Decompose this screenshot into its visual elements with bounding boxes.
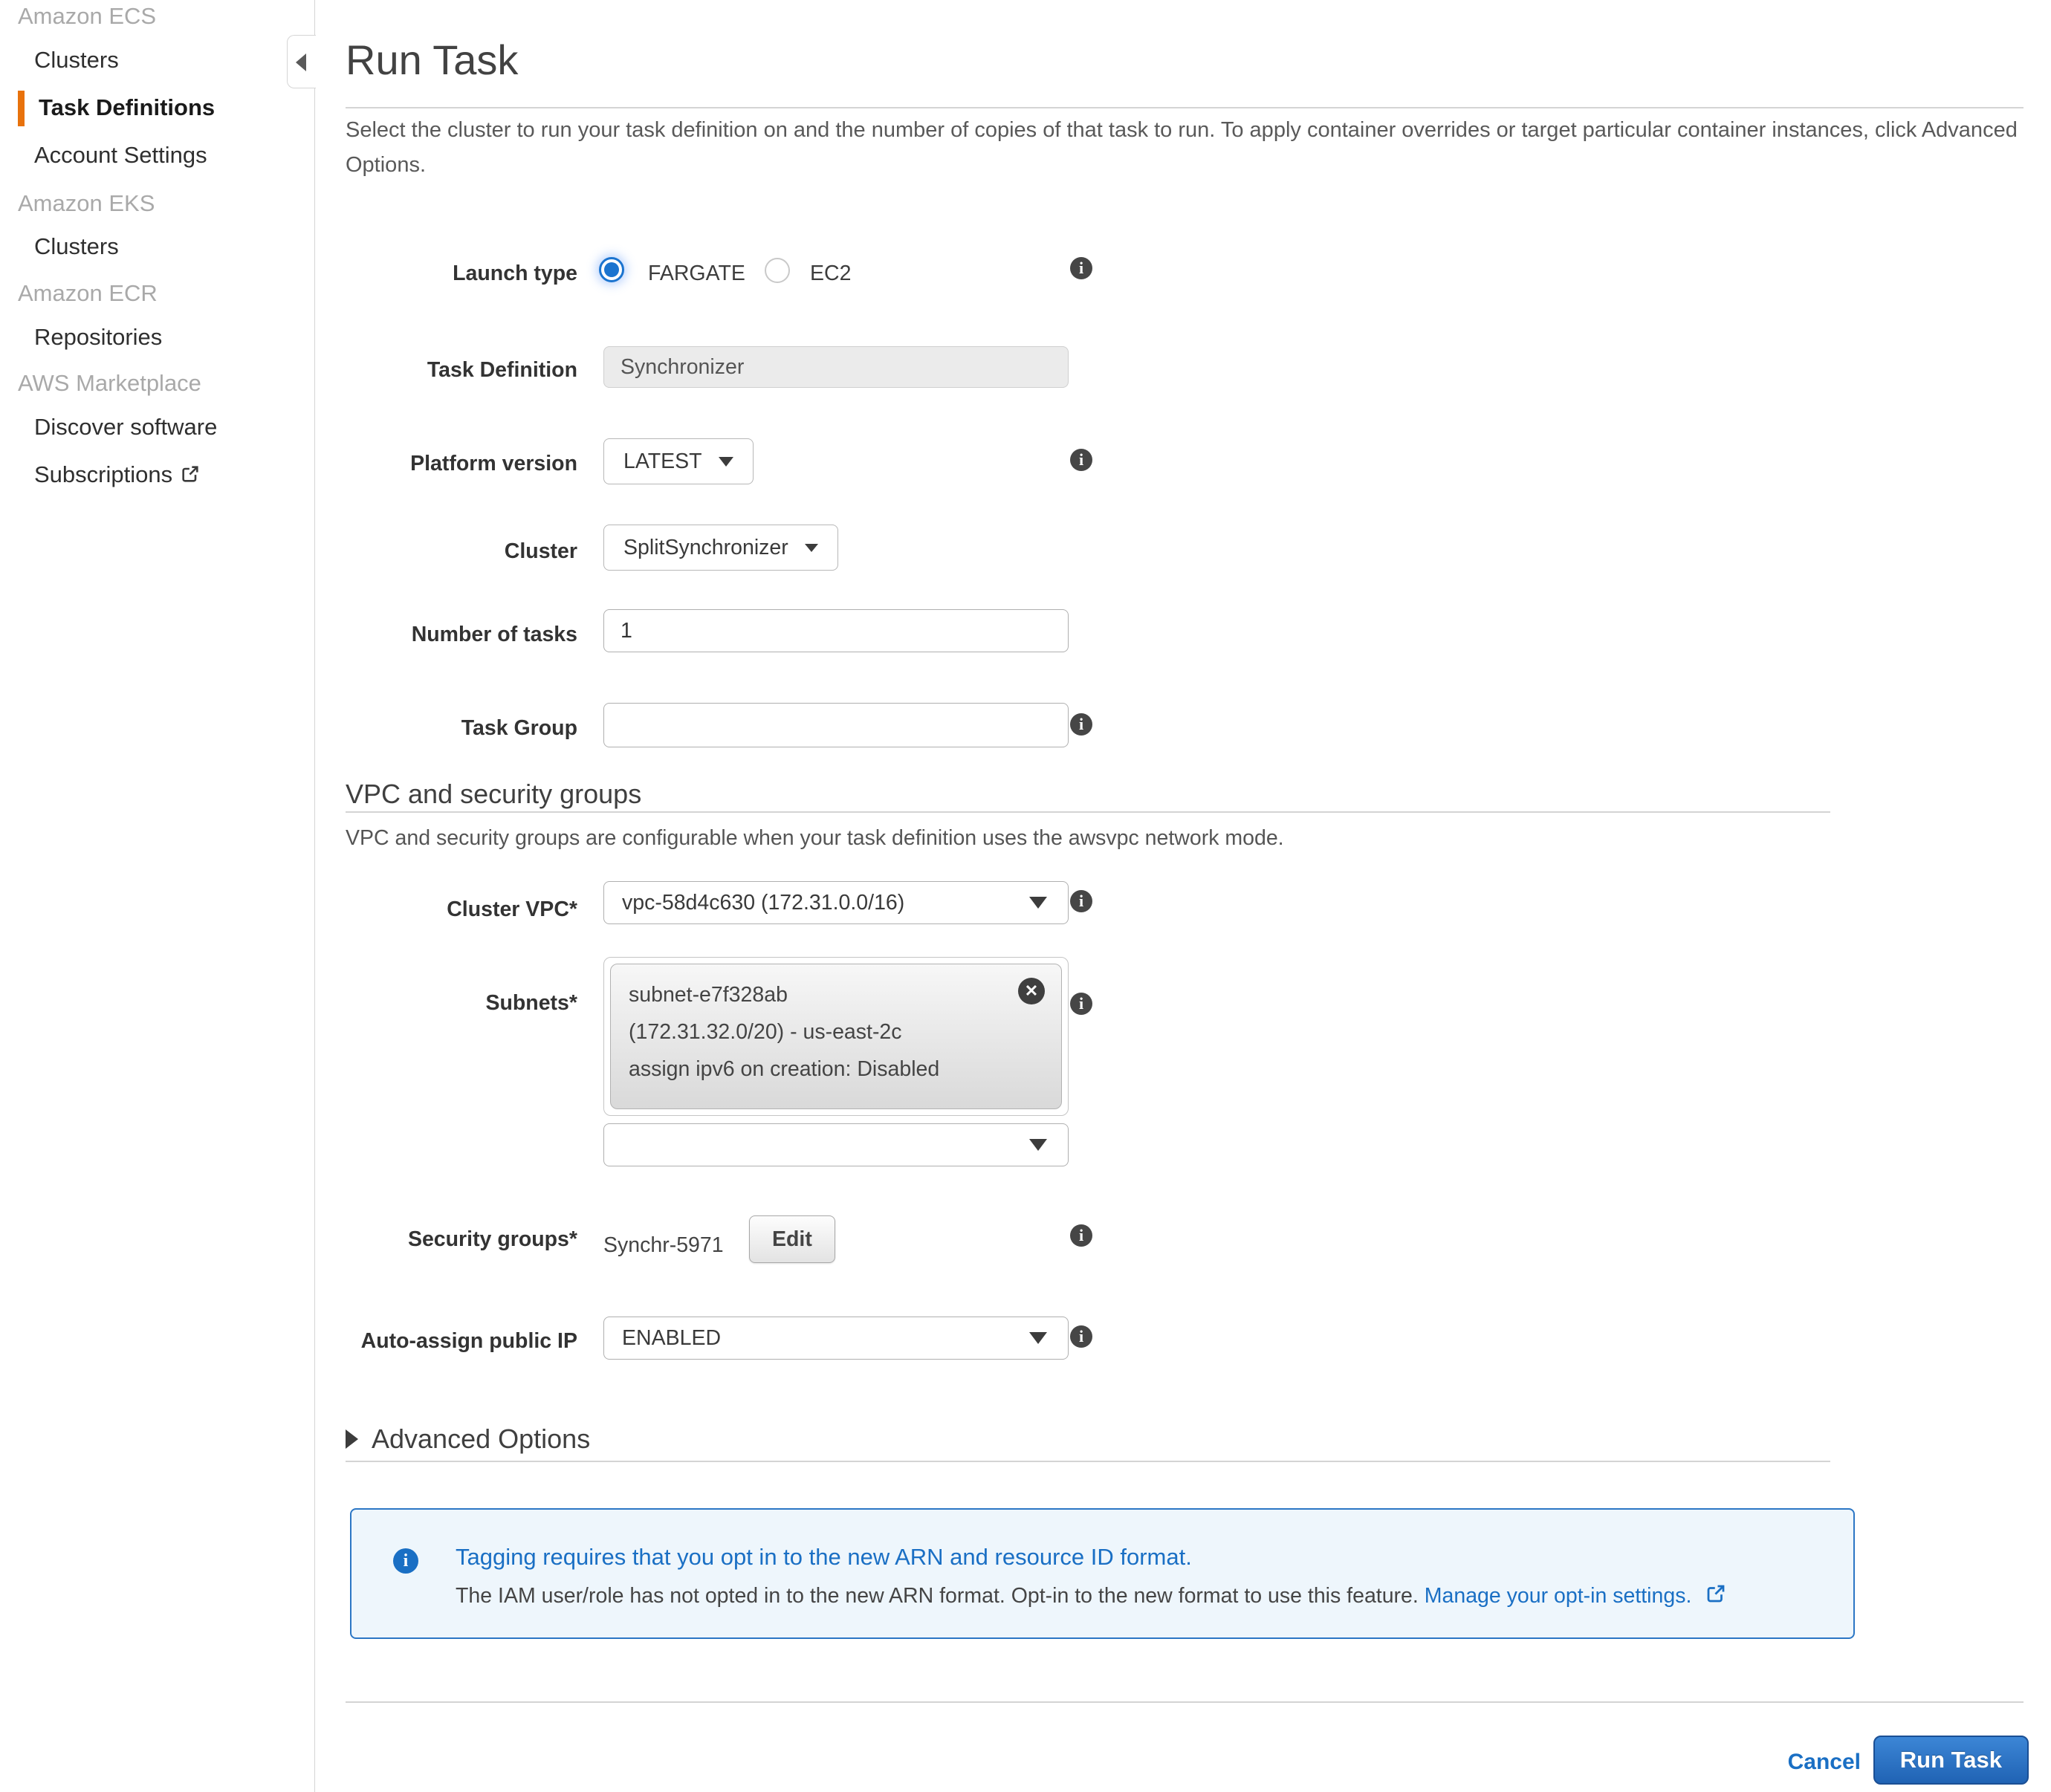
info-icon[interactable]: i: [1070, 1224, 1092, 1247]
sidebar-item-account-settings[interactable]: Account Settings: [34, 142, 207, 169]
launch-type-label: Launch type: [327, 260, 577, 287]
sidebar-header-aws-marketplace: AWS Marketplace: [18, 370, 201, 397]
page-title: Run Task: [346, 36, 518, 84]
radio-ec2-label[interactable]: EC2: [810, 262, 851, 286]
sidebar-item-subscriptions[interactable]: Subscriptions: [34, 461, 201, 488]
sidebar-header-amazon-ecr: Amazon ECR: [18, 280, 158, 307]
external-link-icon: [1705, 1582, 1727, 1605]
info-icon[interactable]: i: [1070, 1325, 1092, 1348]
external-link-icon: [180, 464, 201, 484]
chevron-down-icon: [1029, 1139, 1047, 1151]
page-description: Select the cluster to run your task defi…: [346, 113, 2032, 183]
chevron-down-icon: [1029, 1332, 1047, 1344]
advanced-options-toggle[interactable]: Advanced Options: [346, 1423, 590, 1455]
cancel-button[interactable]: Cancel: [1788, 1750, 1861, 1775]
platform-version-label: Platform version: [327, 450, 577, 477]
task-group-input[interactable]: [603, 703, 1069, 747]
sidebar-header-amazon-ecs: Amazon ECS: [18, 3, 156, 30]
security-groups-label: Security groups*: [327, 1226, 577, 1253]
vpc-section-description: VPC and security groups are configurable…: [346, 826, 1284, 851]
remove-subnet-icon[interactable]: ✕: [1018, 978, 1045, 1004]
chevron-down-icon: [1029, 897, 1047, 909]
run-task-button[interactable]: Run Task: [1873, 1736, 2029, 1785]
task-definition-input: [603, 346, 1069, 388]
security-group-value: Synchr-5971: [603, 1233, 724, 1258]
number-of-tasks-input[interactable]: [603, 609, 1069, 652]
info-icon[interactable]: i: [1070, 993, 1092, 1015]
selected-subnet-chip: subnet-e7f328ab (172.31.32.0/20) - us-ea…: [610, 964, 1062, 1109]
radio-fargate-label[interactable]: FARGATE: [648, 262, 745, 286]
alert-body: The IAM user/role has not opted in to th…: [456, 1582, 1727, 1608]
number-of-tasks-label: Number of tasks: [327, 621, 577, 648]
platform-version-dropdown[interactable]: LATEST: [603, 438, 754, 484]
sidebar-item-eks-clusters[interactable]: Clusters: [34, 233, 119, 260]
auto-assign-ip-select[interactable]: ENABLED: [603, 1317, 1069, 1360]
info-icon[interactable]: i: [1070, 449, 1092, 471]
sidebar-collapse-button[interactable]: [287, 35, 316, 88]
info-icon[interactable]: i: [1070, 890, 1092, 912]
subnets-label: Subnets*: [327, 990, 577, 1016]
vpc-section-divider: [346, 811, 1830, 813]
cluster-dropdown[interactable]: SplitSynchronizer: [603, 525, 838, 571]
info-icon[interactable]: i: [1070, 257, 1092, 279]
task-group-label: Task Group: [327, 715, 577, 741]
cluster-label: Cluster: [327, 538, 577, 565]
alert-title: Tagging requires that you opt in to the …: [456, 1544, 1192, 1571]
subnet-id: subnet-e7f328ab: [629, 976, 1043, 1013]
sidebar-item-task-definitions[interactable]: Task Definitions: [39, 94, 215, 121]
collapse-left-icon: [296, 53, 306, 71]
auto-assign-ip-label: Auto-assign public IP: [354, 1324, 577, 1358]
radio-ec2[interactable]: [765, 258, 790, 283]
add-subnet-select[interactable]: [603, 1123, 1069, 1166]
vpc-section-title: VPC and security groups: [346, 779, 641, 810]
sidebar: Amazon ECS Clusters Task Definitions Acc…: [0, 0, 315, 1792]
radio-fargate[interactable]: [599, 257, 624, 282]
info-icon: i: [393, 1548, 418, 1574]
info-icon[interactable]: i: [1070, 713, 1092, 736]
chevron-down-icon: [805, 544, 818, 552]
subnet-ipv6: assign ipv6 on creation: Disabled: [629, 1051, 1043, 1088]
sidebar-item-discover-software[interactable]: Discover software: [34, 414, 217, 441]
active-item-accent-bar: [18, 91, 25, 126]
cluster-vpc-select[interactable]: vpc-58d4c630 (172.31.0.0/16): [603, 881, 1069, 924]
sidebar-item-ecs-clusters[interactable]: Clusters: [34, 47, 119, 74]
edit-security-groups-button[interactable]: Edit: [749, 1215, 835, 1263]
manage-optin-settings-link[interactable]: Manage your opt-in settings.: [1425, 1584, 1692, 1608]
header-divider: [346, 107, 2024, 108]
footer-divider: [346, 1701, 2024, 1703]
sidebar-item-repositories[interactable]: Repositories: [34, 324, 162, 351]
chevron-right-icon: [346, 1429, 358, 1449]
cluster-vpc-label: Cluster VPC*: [327, 896, 577, 923]
sidebar-header-amazon-eks: Amazon EKS: [18, 190, 155, 217]
arn-optin-alert: i Tagging requires that you opt in to th…: [350, 1508, 1855, 1639]
task-definition-label: Task Definition: [327, 357, 577, 383]
subnet-cidr-az: (172.31.32.0/20) - us-east-2c: [629, 1013, 1043, 1051]
chevron-down-icon: [719, 457, 733, 467]
advanced-options-divider: [346, 1461, 1830, 1462]
subnets-multiselect: subnet-e7f328ab (172.31.32.0/20) - us-ea…: [603, 957, 1069, 1116]
